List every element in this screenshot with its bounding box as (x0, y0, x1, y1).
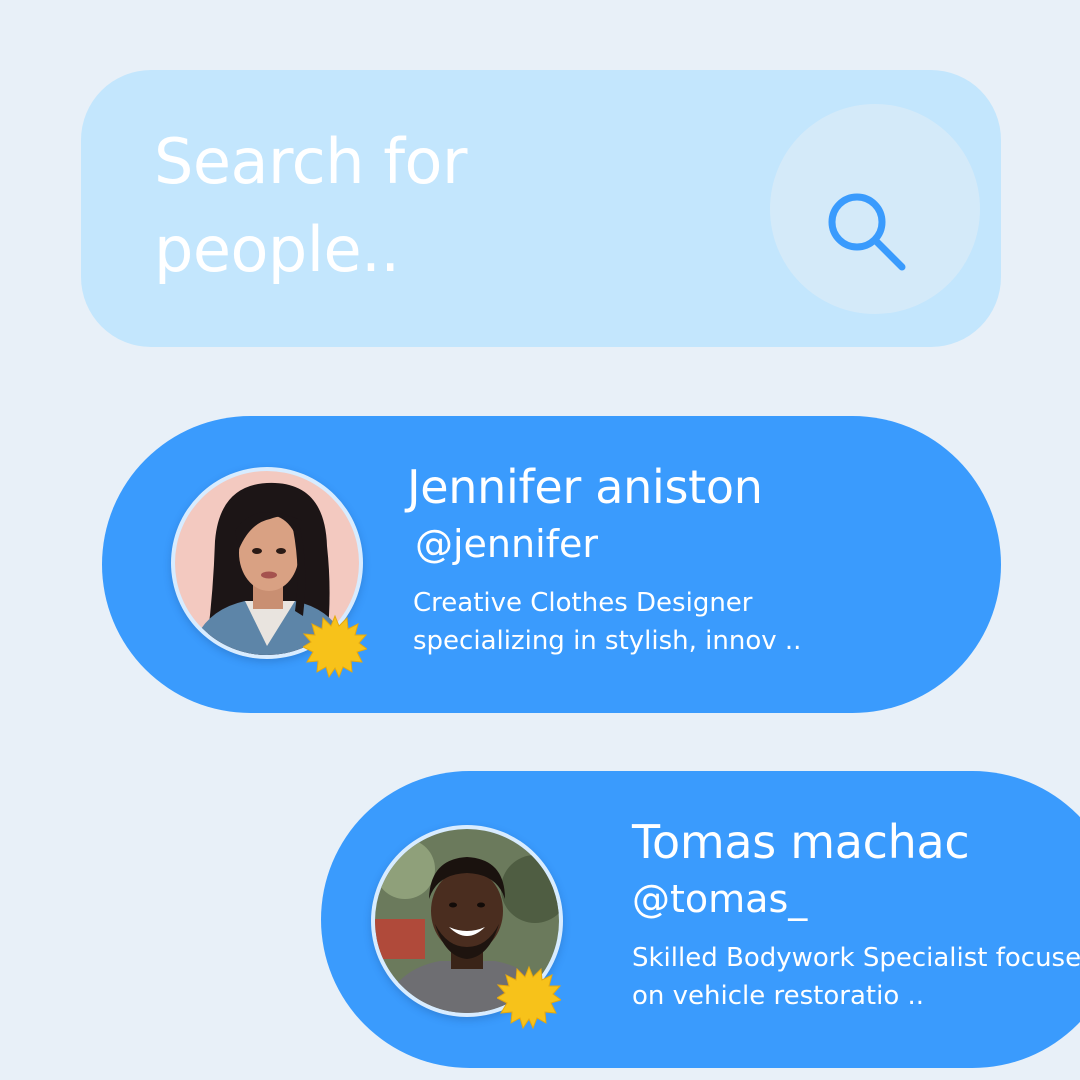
person-name: Tomas machac (632, 815, 970, 869)
person-bio-line-2: on vehicle restoratio .. (632, 981, 925, 1011)
search-input[interactable]: Search for people.. (154, 118, 554, 294)
verified-badge-icon (497, 965, 561, 1029)
person-name: Jennifer aniston (407, 460, 763, 514)
person-card-jennifer[interactable]: Jennifer aniston @jennifer Creative Clot… (102, 416, 1001, 713)
person-bio: Creative Clothes Designer specializing i… (407, 584, 801, 660)
person-info: Jennifer aniston @jennifer Creative Clot… (407, 456, 801, 660)
person-bio-line-2: specializing in stylish, innov .. (413, 626, 802, 656)
person-bio-line-1: Creative Clothes Designer (413, 588, 753, 618)
person-handle: @jennifer (415, 522, 599, 566)
person-info: Tomas machac @tomas_ Skilled Bodywork Sp… (632, 811, 1080, 1015)
person-bio-line-1: Skilled Bodywork Specialist focused (632, 943, 1080, 973)
person-bio: Skilled Bodywork Specialist focused on v… (632, 939, 1080, 1015)
search-placeholder-line-1: Search for (154, 125, 467, 198)
person-card-tomas[interactable]: Tomas machac @tomas_ Skilled Bodywork Sp… (321, 771, 1080, 1068)
search-icon (828, 193, 906, 271)
person-handle: @tomas_ (632, 877, 808, 921)
search-placeholder-line-2: people.. (154, 213, 400, 286)
search-bar[interactable]: Search for people.. (81, 70, 1001, 347)
search-button[interactable] (770, 104, 980, 314)
verified-badge-icon (303, 614, 367, 678)
